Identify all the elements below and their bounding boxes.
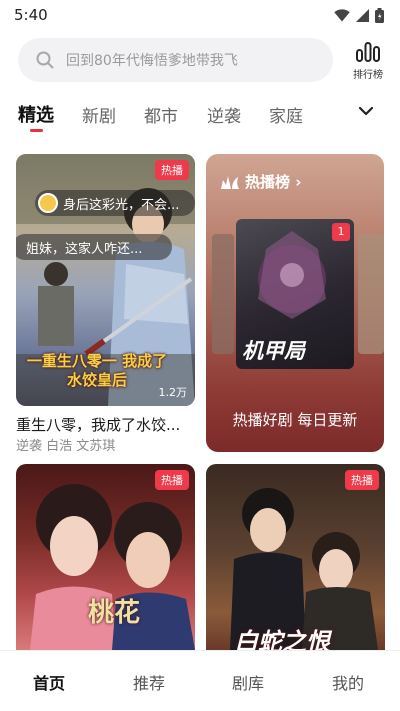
drama-tags: 逆袭 白浩 文苏琪 — [16, 439, 116, 454]
nav-profile[interactable]: 我的 — [332, 670, 364, 694]
bar-chart-icon — [356, 42, 380, 62]
hot-badge: 热播 — [345, 470, 379, 490]
nav-recommend[interactable]: 推荐 — [133, 670, 165, 694]
hot-badge: 热播 — [155, 470, 189, 490]
search-placeholder: 回到80年代悔悟爹地带我飞 — [66, 53, 238, 69]
nav-library[interactable]: 剧库 — [232, 670, 264, 694]
tab-urban[interactable]: 都市 — [144, 102, 178, 127]
search-input[interactable]: 回到80年代悔悟爹地带我飞 — [18, 38, 333, 82]
hot-ranking-footer: 热播好剧 每日更新 — [232, 411, 358, 429]
category-tabs: 精选 新剧 都市 逆袭 家庭 — [0, 96, 400, 136]
play-count: 1.2万 — [158, 386, 188, 399]
tab-comeback[interactable]: 逆袭 — [207, 102, 241, 127]
drama-poster[interactable]: 热播 桃花 — [16, 464, 195, 650]
ranking-button[interactable]: 排行榜 — [346, 41, 390, 85]
ranking-label: 排行榜 — [353, 70, 383, 81]
drama-title[interactable]: 重生八零，我成了水饺... — [16, 414, 196, 435]
tab-new[interactable]: 新剧 — [82, 102, 116, 127]
tab-featured[interactable]: 精选 — [18, 101, 54, 127]
rank-number: 1 — [332, 223, 350, 241]
battery-icon — [375, 7, 384, 23]
hot-ranking-title: 热播榜 › — [245, 173, 302, 191]
tab-family[interactable]: 家庭 — [269, 102, 303, 127]
bottom-nav: 首页 推荐 剧库 我的 — [0, 650, 400, 711]
danmaku-bubble: 姐妹，这家人咋还... — [16, 234, 172, 260]
featured-drama-poster[interactable]: 热播 身后这彩光，不会... 姐妹，这家人咋还... 一重生八零一 我成了水饺皇… — [16, 154, 195, 406]
poster-title-art: 一重生八零一 我成了水饺皇后 — [26, 352, 168, 389]
wifi-icon — [334, 8, 350, 21]
status-bar: 5:40 — [0, 0, 400, 30]
flame-icon — [221, 175, 239, 189]
poster-title-art: 桃花 — [88, 598, 141, 628]
hot-ranking-header[interactable]: 热播榜 › — [220, 171, 301, 192]
danmaku-text: 姐妹，这家人咋还... — [26, 241, 143, 257]
poster-title-art: 机甲局 — [242, 339, 305, 363]
danmaku-bubble: 身后这彩光，不会... — [35, 190, 195, 216]
user-avatar — [38, 193, 58, 213]
poster-title-art: 白蛇之恨 — [234, 628, 330, 650]
chevron-down-icon[interactable] — [357, 104, 375, 118]
signal-icon — [356, 8, 369, 22]
tab-indicator — [30, 129, 43, 132]
side-poster-right — [358, 234, 384, 354]
hot-badge: 热播 — [155, 160, 189, 180]
hot-ranking-card[interactable]: 热播榜 › 1 机甲局 热播好剧 每日更新 — [206, 154, 384, 452]
search-icon — [36, 51, 54, 69]
search-row: 回到80年代悔悟爹地带我飞 排行榜 — [0, 37, 400, 85]
drama-poster[interactable]: 热播 白蛇之恨 — [206, 464, 385, 650]
ranked-poster[interactable]: 1 机甲局 — [236, 219, 354, 369]
nav-home[interactable]: 首页 — [33, 670, 65, 694]
danmaku-text: 身后这彩光，不会... — [63, 197, 180, 213]
side-poster-left — [212, 234, 234, 354]
status-time: 5:40 — [14, 6, 48, 24]
status-icons — [334, 7, 384, 23]
